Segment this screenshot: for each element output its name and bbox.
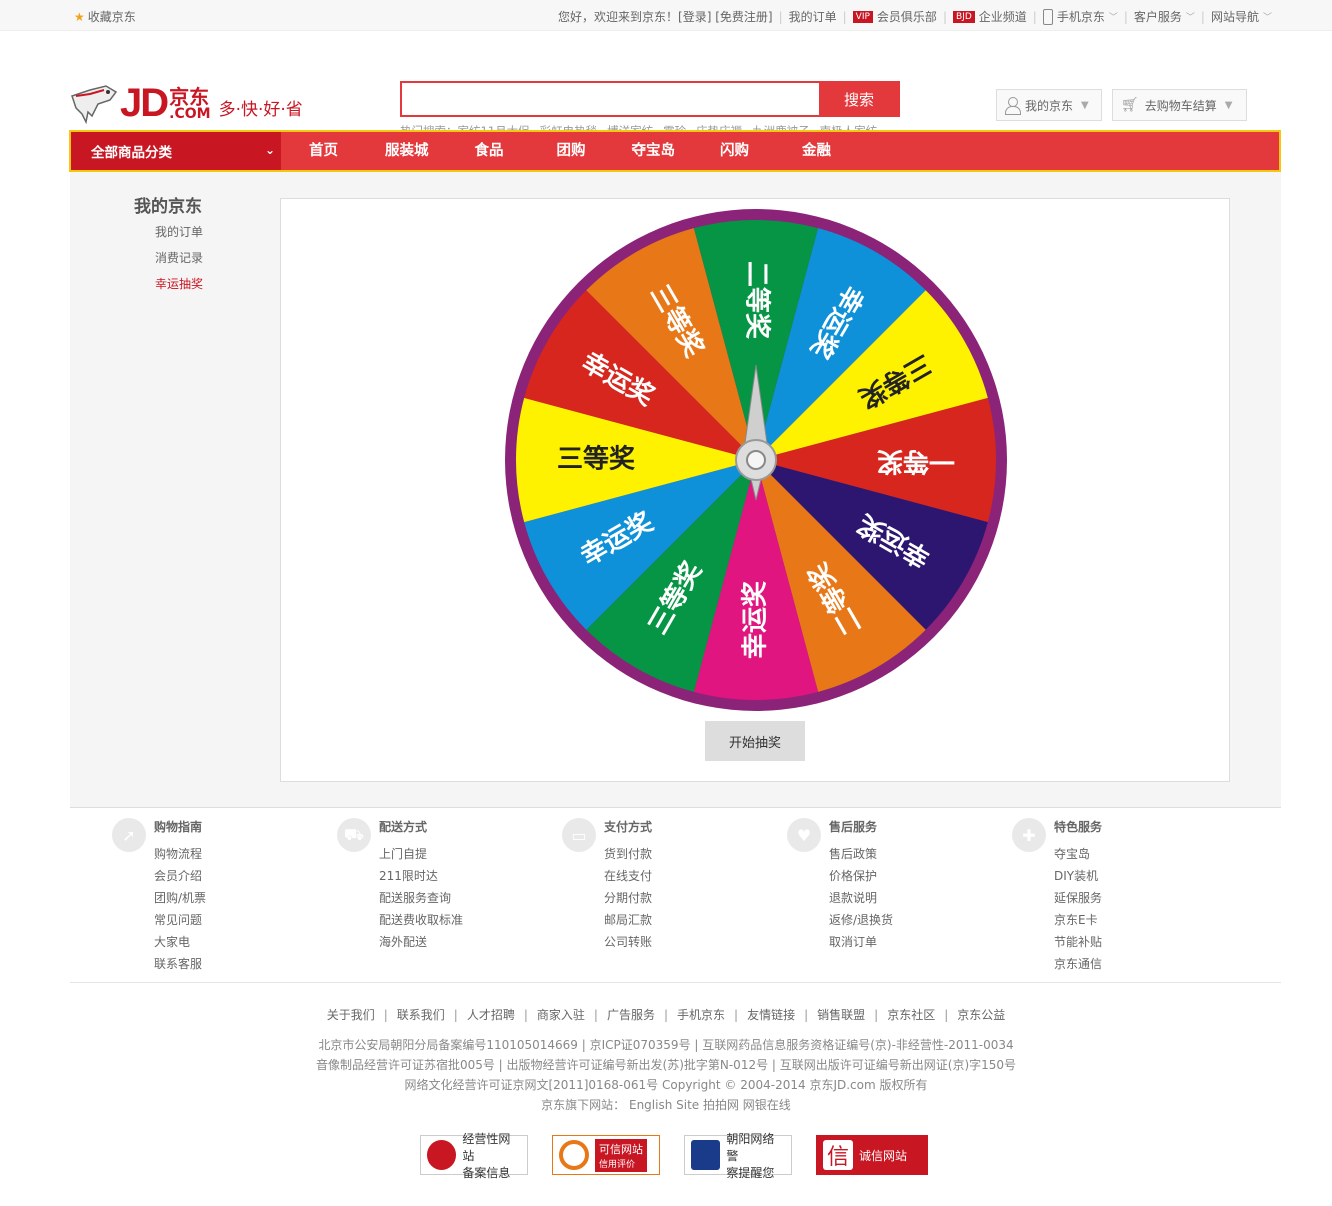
caret-down-icon: ▼	[1224, 99, 1233, 111]
logo-cn-text: 京东	[169, 84, 210, 109]
lottery-panel: 一等奖 幸运奖 二等奖 幸运奖 三等奖 幸运奖 三等奖 幸运奖 三等奖 二等奖 幸运奖 三等奖 开始抽…	[280, 198, 1230, 782]
caret-down-icon: ▼	[1081, 99, 1089, 111]
guide-column: ➚ 购物指南 购物流程 会员介绍 团购/机票 常见问题 大家电 联系客服	[112, 818, 206, 975]
nav-item-home[interactable]: 首页	[309, 132, 338, 170]
shield-icon	[427, 1140, 457, 1170]
copyright-line: 北京市公安局朝阳分局备案编号110105014669 | 京ICP证070359…	[318, 1038, 1014, 1052]
chevron-down-icon: ﹀	[1108, 13, 1118, 23]
footer-link[interactable]: 人才招聘	[467, 1008, 515, 1022]
slogan: 多·快·好·省	[218, 100, 303, 120]
heart-icon: ♥	[787, 818, 821, 852]
jd-logo[interactable]: JD 京东 .COM 多·快·好·省	[70, 81, 303, 126]
user-icon	[1005, 97, 1021, 115]
sidebar-item-lottery[interactable]: 幸运抽奖	[155, 275, 203, 292]
badge-police[interactable]: 朝阳网络警 察提醒您	[684, 1132, 792, 1180]
trust-badges: 经营性网站 备案信息 可信网站 信用评价 朝阳网络警 察提醒您 信 诚信网站	[420, 1132, 928, 1180]
footer-link[interactable]: 联系我们	[397, 1008, 445, 1022]
member-club-link[interactable]: 会员俱乐部	[877, 8, 937, 25]
nav-item-finance[interactable]: 金融	[802, 132, 831, 170]
footer-link[interactable]: 销售联盟	[817, 1008, 865, 1022]
police-icon	[691, 1140, 721, 1170]
nav-item-treasure[interactable]: 夺宝岛	[632, 132, 676, 170]
sidebar-item-records[interactable]: 消费记录	[155, 249, 203, 266]
wheel-hub-center	[746, 450, 766, 470]
star-icon: ★	[74, 10, 85, 24]
start-draw-button[interactable]: 开始抽奖	[705, 721, 805, 761]
footer-link[interactable]: 商家入驻	[537, 1008, 585, 1022]
badge-trusted[interactable]: 可信网站 信用评价	[552, 1135, 660, 1175]
footer-link[interactable]: 关于我们	[327, 1008, 375, 1022]
wheel-prize-label: 一等奖	[876, 446, 955, 477]
phone-icon	[1042, 8, 1053, 25]
search-button[interactable]: 搜索	[819, 82, 899, 116]
nav-item-clothing[interactable]: 服装城	[385, 132, 429, 170]
spiral-icon	[559, 1140, 589, 1170]
guide-column: ♥ 售后服务 售后政策 价格保护 退款说明 返修/退换货 取消订单	[787, 818, 893, 953]
sidebar-title: 我的京东	[134, 197, 202, 217]
badge-filing[interactable]: 经营性网站 备案信息	[420, 1132, 528, 1180]
chevron-down-icon: ﹀	[1262, 13, 1272, 23]
guide-column: ⛟ 配送方式 上门自提 211限时达 配送服务查询 配送费收取标准 海外配送	[337, 818, 463, 953]
copyright-line: 京东旗下网站： English Site 拍拍网 网银在线	[541, 1098, 791, 1112]
mobile-jd-link[interactable]: 手机京东	[1057, 8, 1105, 25]
favorite-link[interactable]: ★ 收藏京东	[74, 8, 136, 25]
customer-service-link[interactable]: 客户服务	[1134, 8, 1182, 25]
wrench-icon: ✚	[1012, 818, 1046, 852]
greeting-text[interactable]: 您好，欢迎来到京东！[登录] [免费注册]	[558, 8, 773, 25]
jd-dog-icon	[71, 84, 118, 124]
nav-item-flash[interactable]: 闪购	[720, 132, 749, 170]
enterprise-link[interactable]: 企业频道	[979, 8, 1027, 25]
credit-icon: 信	[823, 1140, 853, 1170]
header: JD 京东 .COM 多·快·好·省 搜索 热门搜索：家纺11月大促彩虹电热毯博…	[0, 31, 1332, 138]
search-input[interactable]	[402, 83, 819, 115]
copyright-line: 音像制品经营许可证苏宿批005号 | 出版物经营许可证编号新出发(苏)批字第N-…	[315, 1058, 1017, 1072]
guide-column: ▭ 支付方式 货到付款 在线支付 分期付款 邮局汇款 公司转账	[562, 818, 652, 953]
wallet-icon: ▭	[562, 818, 596, 852]
wheel-prize-label: 幸运奖	[740, 580, 771, 659]
bjd-badge: BJD	[952, 10, 975, 23]
vip-badge: VIP	[852, 10, 873, 23]
truck-icon: ⛟	[337, 818, 371, 852]
footer-link[interactable]: 广告服务	[607, 1008, 655, 1022]
footer-link[interactable]: 友情链接	[747, 1008, 795, 1022]
footer-links: 关于我们 | 联系我们 | 人才招聘 | 商家入驻 | 广告服务 | 手机京东 | 友情链接 | 销售联盟 |…	[326, 1008, 1006, 1022]
badge-credit[interactable]: 信 诚信网站	[816, 1135, 928, 1175]
copyright-line: 网络文化经营许可证京网文[2011]0168-061号 Copyright © …	[404, 1078, 928, 1092]
logo-jd-text: JD	[120, 81, 169, 125]
my-orders-link[interactable]: 我的订单	[789, 8, 837, 25]
footer-guides: ➚ 购物指南 购物流程 会员介绍 团购/机票 常见问题 大家电 联系客服 ⛟ 配…	[70, 808, 1281, 983]
footer-link[interactable]: 京东公益	[957, 1008, 1005, 1022]
main-area: 我的京东 我的订单 消费记录 幸运抽奖 一等奖 幸运奖 二等奖 幸运奖 三等奖 幸运奖 三等…	[70, 172, 1281, 808]
site-nav-link[interactable]: 网站导航	[1211, 8, 1259, 25]
chevron-down-icon: ⌄	[264, 143, 275, 157]
my-jd-button[interactable]: 我的京东 ▼	[996, 89, 1102, 121]
nav-item-groupbuy[interactable]: 团购	[557, 132, 586, 170]
sidebar-item-orders[interactable]: 我的订单	[155, 223, 203, 240]
logo-com-text: .COM	[169, 105, 211, 122]
wheel-prize-label: 二等奖	[742, 261, 773, 340]
footer-link[interactable]: 京东社区	[887, 1008, 935, 1022]
footer-link[interactable]: 手机京东	[677, 1008, 725, 1022]
guide-column: ✚ 特色服务 夺宝岛 DIY装机 延保服务 京东E卡 节能补贴 京东通信	[1012, 818, 1102, 975]
nav-item-food[interactable]: 食品	[475, 132, 504, 170]
all-categories-button[interactable]: 全部商品分类 ⌄	[71, 132, 281, 170]
wheel-prize-label: 三等奖	[557, 444, 636, 475]
search-box: 搜索	[400, 81, 900, 117]
cart-button[interactable]: 🛒︎ 去购物车结算 ▼	[1112, 89, 1247, 121]
top-nav: 您好，欢迎来到京东！[登录] [免费注册] | 我的订单 | VIP 会员俱乐部 | B…	[558, 8, 1272, 25]
prize-wheel[interactable]: 一等奖幸运奖二等奖幸运奖三等奖幸运奖三等奖幸运奖三等奖 二等奖 幸运奖三等奖	[505, 209, 1007, 711]
compass-icon: ➚	[112, 818, 146, 852]
chevron-down-icon: ﹀	[1185, 13, 1195, 23]
main-nav: 全部商品分类 ⌄ 首页 服装城 食品 团购 夺宝岛 闪购 金融	[69, 130, 1281, 172]
cart-icon: 🛒︎	[1121, 97, 1139, 113]
top-bar: ★ 收藏京东 您好，欢迎来到京东！[登录] [免费注册] | 我的订单 | VIP 会员…	[0, 0, 1332, 31]
